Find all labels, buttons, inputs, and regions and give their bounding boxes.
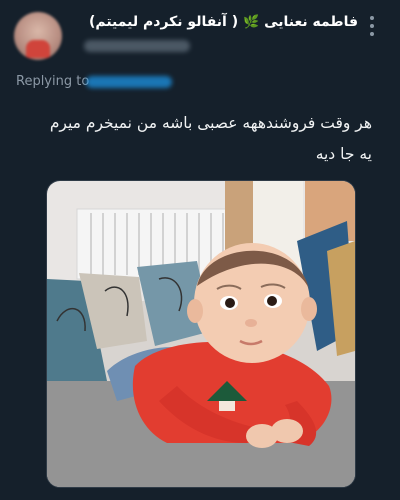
baby-photo-illustration — [47, 181, 355, 487]
display-name[interactable]: فاطمه نعنایی 🌿 ( آنفالو نکردم لیمیتم) — [89, 14, 358, 30]
tweet-text: هر وقت فروشندههه عصبی باشه من نمیخرم میر… — [22, 108, 372, 170]
tweet-media-photo[interactable] — [46, 180, 356, 488]
username-handle-blurred[interactable] — [84, 40, 190, 52]
tweet-header: فاطمه نعنایی 🌿 ( آنفالو نکردم لیمیتم) — [0, 0, 400, 70]
reply-target-handle-blurred[interactable] — [86, 76, 172, 88]
display-name-text: فاطمه نعنایی — [264, 14, 358, 30]
tweet-text-line-1: هر وقت فروشندههه عصبی باشه من نمیخرم میر… — [49, 114, 372, 132]
seedling-icon: 🌿 — [243, 15, 260, 30]
more-vertical-icon[interactable] — [366, 16, 378, 36]
replying-to-label: Replying to — [16, 74, 90, 89]
tweet-text-line-2: یه جا دیه — [315, 145, 372, 163]
display-name-suffix: ( آنفالو نکردم لیمیتم) — [88, 14, 239, 30]
avatar[interactable] — [14, 12, 62, 60]
